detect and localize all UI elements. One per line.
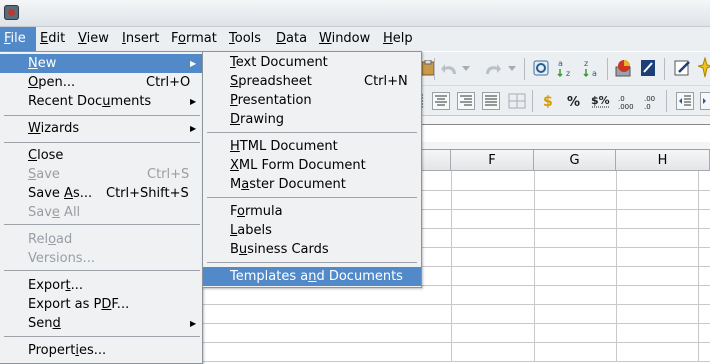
currency-format-icon[interactable]: $: [542, 91, 556, 111]
app-icon: [4, 5, 19, 20]
toolbar-separator: [664, 58, 665, 80]
svg-text:$: $: [543, 94, 553, 110]
redo-dropdown-icon[interactable]: [508, 66, 516, 72]
file-menu-item-open[interactable]: Open...Ctrl+O: [0, 73, 202, 92]
undo-dropdown-icon[interactable]: [462, 66, 470, 72]
new-item-html-document[interactable]: HTML Document: [203, 137, 421, 156]
show-draw-functions-icon[interactable]: [639, 58, 659, 78]
new-item-xml-form-document[interactable]: XML Form Document: [203, 156, 421, 175]
menu-help[interactable]: Help: [379, 27, 417, 51]
file-menu-item-close[interactable]: Close: [0, 146, 202, 165]
toolbar-separator: [524, 58, 525, 80]
hyperlink-icon[interactable]: [532, 59, 550, 77]
menu-separator: [4, 224, 200, 225]
menu-window[interactable]: Window: [315, 27, 374, 51]
column-header-g[interactable]: G: [534, 150, 616, 171]
toolbar-separator: [434, 58, 435, 80]
svg-text:.0: .0: [618, 95, 625, 103]
redo-icon[interactable]: [482, 61, 502, 77]
menu-separator: [4, 142, 200, 143]
toolbar-separator: [532, 90, 533, 112]
new-item-master-document[interactable]: Master Document: [203, 175, 421, 194]
svg-text:a: a: [592, 69, 597, 78]
column-header-h[interactable]: H: [616, 150, 710, 171]
file-menu-item-new[interactable]: New▶: [0, 54, 202, 73]
svg-text:.00: .00: [644, 95, 655, 103]
svg-text:.000: .000: [618, 103, 634, 111]
menu-separator: [207, 197, 417, 198]
toolbar-separator: [666, 90, 667, 112]
submenu-arrow-icon: ▶: [190, 54, 196, 73]
file-menu-item-properties[interactable]: Properties...: [0, 341, 202, 360]
menu-file[interactable]: File: [0, 27, 36, 51]
submenu-arrow-icon: ▶: [190, 119, 196, 138]
insert-chart-icon[interactable]: [614, 58, 634, 78]
justify-icon[interactable]: [482, 92, 500, 110]
sort-ascending-icon[interactable]: az: [556, 58, 576, 78]
new-item-drawing[interactable]: Drawing: [203, 110, 421, 129]
menu-edit[interactable]: Edit: [36, 27, 69, 51]
file-menu-item-save-as[interactable]: Save As...Ctrl+Shift+S: [0, 184, 202, 203]
menu-separator: [207, 132, 417, 133]
delete-decimal-icon[interactable]: .00.0: [642, 91, 662, 111]
menu-bar: File Edit View Insert Format Tools Data …: [0, 27, 710, 51]
new-item-spreadsheet[interactable]: SpreadsheetCtrl+N: [203, 72, 421, 91]
svg-text:%: %: [567, 95, 580, 110]
svg-text:a: a: [558, 59, 563, 68]
new-item-presentation[interactable]: Presentation: [203, 91, 421, 110]
menu-separator: [4, 270, 200, 271]
file-menu-item-send[interactable]: Send▶: [0, 314, 202, 333]
merge-cells-icon[interactable]: [508, 92, 526, 110]
undo-icon[interactable]: [440, 61, 460, 77]
menu-insert[interactable]: Insert: [118, 27, 163, 51]
align-right-icon[interactable]: [457, 92, 475, 110]
gallery-icon[interactable]: [698, 57, 710, 79]
menu-data[interactable]: Data: [272, 27, 311, 51]
title-bar: [0, 0, 710, 27]
file-menu: New▶ Open...Ctrl+O Recent Documents▶ Wiz…: [0, 51, 203, 364]
menu-tools[interactable]: Tools: [225, 27, 265, 51]
submenu-arrow-icon: ▶: [190, 314, 196, 333]
file-menu-item-export-pdf[interactable]: Export as PDF...: [0, 295, 202, 314]
new-item-business-cards[interactable]: Business Cards: [203, 240, 421, 259]
menu-format[interactable]: Format: [167, 27, 221, 51]
decrease-indent-icon[interactable]: [676, 92, 694, 110]
add-decimal-icon[interactable]: .0.000: [616, 91, 636, 111]
menu-separator: [4, 336, 200, 337]
new-item-templates-and-documents[interactable]: Templates and Documents: [203, 267, 421, 286]
toolbar-separator: [607, 58, 608, 80]
file-menu-item-wizards[interactable]: Wizards▶: [0, 119, 202, 138]
menu-view[interactable]: View: [74, 27, 113, 51]
navigator-icon[interactable]: [673, 58, 693, 78]
svg-text:z: z: [566, 69, 570, 78]
svg-text:$%: $%: [591, 94, 610, 107]
submenu-arrow-icon: ▶: [190, 92, 196, 111]
menu-separator: [207, 262, 417, 263]
standard-format-icon[interactable]: $%: [590, 91, 612, 111]
file-menu-item-save[interactable]: SaveCtrl+S: [0, 165, 202, 184]
column-header-f[interactable]: F: [451, 150, 534, 171]
file-menu-item-recent-documents[interactable]: Recent Documents▶: [0, 92, 202, 111]
new-item-formula[interactable]: Formula: [203, 202, 421, 221]
file-menu-item-reload[interactable]: Reload: [0, 230, 202, 249]
menu-separator: [4, 115, 200, 116]
svg-text:z: z: [584, 59, 588, 68]
paste-icon[interactable]: [421, 60, 435, 76]
new-submenu: Text Document SpreadsheetCtrl+N Presenta…: [202, 51, 422, 288]
increase-indent-icon[interactable]: [700, 92, 710, 110]
file-menu-item-save-all[interactable]: Save All: [0, 203, 202, 222]
new-item-text-document[interactable]: Text Document: [203, 53, 421, 72]
file-menu-item-versions[interactable]: Versions...: [0, 249, 202, 268]
sort-descending-icon[interactable]: za: [582, 58, 602, 78]
align-center-icon[interactable]: [432, 92, 450, 110]
percent-format-icon[interactable]: %: [565, 91, 585, 111]
formula-input[interactable]: [420, 124, 710, 142]
new-item-labels[interactable]: Labels: [203, 221, 421, 240]
svg-text:.0: .0: [644, 103, 651, 111]
file-menu-item-export[interactable]: Export...: [0, 276, 202, 295]
